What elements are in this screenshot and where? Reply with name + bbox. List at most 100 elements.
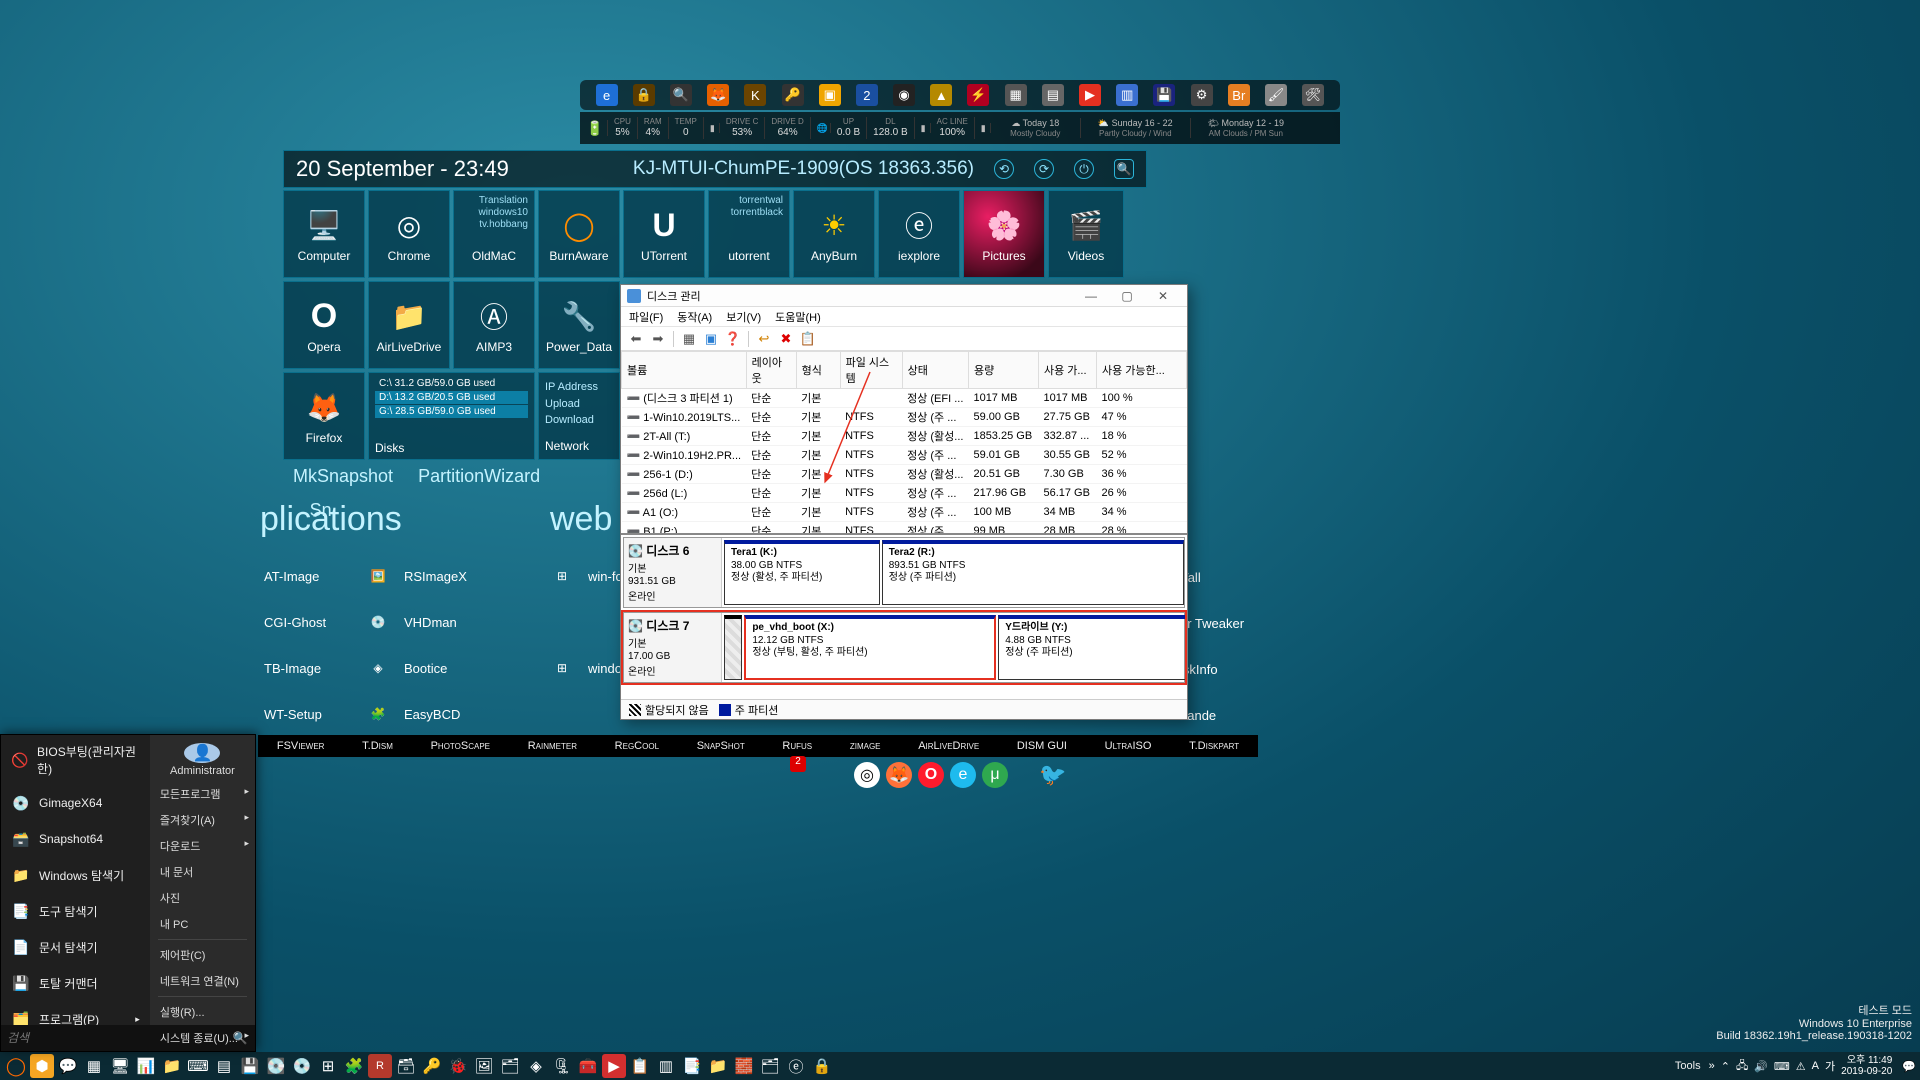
chrome-app-icon[interactable]: ◎	[854, 762, 880, 788]
forward-button[interactable]: ➡	[649, 330, 667, 348]
tile-pictures[interactable]: 🌸Pictures	[963, 190, 1045, 278]
tray-network-icon[interactable]: 🖧	[1736, 1057, 1748, 1076]
shortcut-zimage[interactable]: zimage	[850, 740, 881, 752]
tile-network[interactable]: IP Address Upload Download Network	[538, 372, 620, 460]
taskbar-app-15[interactable]: 🗃	[394, 1054, 418, 1078]
menu-view[interactable]: 보기(V)	[726, 309, 761, 325]
disk-graphic-pane[interactable]: 💽 디스크 6 기본 931.51 GB 온라인 Tera1 (K:)38.00…	[621, 535, 1187, 699]
tray-notifications-icon[interactable]: 💬	[1902, 1060, 1916, 1073]
firefox-icon[interactable]: 🦊	[707, 84, 729, 106]
taskbar-app-14[interactable]: R	[368, 1054, 392, 1078]
menu-action[interactable]: 동작(A)	[677, 309, 712, 325]
taskbar-app-29[interactable]: 🗂	[758, 1054, 782, 1078]
opera-app-icon[interactable]: O	[918, 762, 944, 788]
taskbar-app-23[interactable]: ▶	[602, 1054, 626, 1078]
start-right--[interactable]: 모든프로그램	[150, 781, 255, 807]
menu-help[interactable]: 도움말(H)	[775, 309, 821, 325]
firefox-app-icon[interactable]: 🦊	[886, 762, 912, 788]
tile-aimp3[interactable]: ⒶAIMP3	[453, 281, 535, 369]
start-item--[interactable]: 📄문서 탐색기	[1, 929, 150, 965]
shortcut-t-diskpart[interactable]: T.Diskpart	[1189, 740, 1239, 752]
tray-clock[interactable]: 오후 11:49 2019-09-20	[1841, 1055, 1896, 1077]
bootice-icon[interactable]: ◈	[360, 650, 396, 686]
app1-icon[interactable]: ▣	[819, 84, 841, 106]
tray-chevron-icon[interactable]: »	[1709, 1060, 1715, 1072]
search-button[interactable]: 🔍	[1114, 159, 1134, 179]
tray-ime-icon[interactable]: A	[1812, 1060, 1819, 1072]
taskbar-app-9[interactable]: 💾	[238, 1054, 262, 1078]
taskbar-app-7[interactable]: ⌨	[186, 1054, 210, 1078]
diskmgmt-titlebar[interactable]: 디스크 관리 — ▢ ✕	[621, 285, 1187, 307]
start-item-windows-[interactable]: 📁Windows 탐색기	[1, 857, 150, 893]
misc-app-icon[interactable]: 🐦	[1040, 762, 1066, 788]
help-toolbar-button[interactable]: 📋	[799, 330, 817, 348]
ie-icon[interactable]: e	[596, 84, 618, 106]
shortcut-t-dism[interactable]: T.Dism	[362, 740, 393, 752]
taskbar-app-24[interactable]: 📋	[628, 1054, 652, 1078]
shortcut-rainmeter[interactable]: Rainmeter	[528, 740, 577, 752]
bootice-link[interactable]: Bootice	[400, 661, 496, 676]
box-icon[interactable]: ▦	[1005, 84, 1027, 106]
volume-row[interactable]: ➖ A1 (O:)단순기본NTFS정상 (주 ...100 MB34 MB34 …	[622, 503, 1187, 522]
tile-power-data[interactable]: 🔧Power_Data	[538, 281, 620, 369]
partition-box[interactable]: Tera1 (K:)38.00 GB NTFS정상 (활성, 주 파티션)	[724, 540, 880, 605]
tray-volume-icon[interactable]: 🔊	[1754, 1060, 1768, 1073]
tile-opera[interactable]: OOpera	[283, 281, 365, 369]
tile-airlivedrive[interactable]: 📁AirLiveDrive	[368, 281, 450, 369]
taskbar-app-20[interactable]: ◈	[524, 1054, 548, 1078]
tile-iexplore[interactable]: ⓔiexplore	[878, 190, 960, 278]
volume-row[interactable]: ➖ B1 (P:)단순기본NTFS정상 (주 ...99 MB28 MB28 %	[622, 522, 1187, 536]
power-button[interactable]: ⏻	[1074, 159, 1094, 179]
tray-ime2-icon[interactable]: 가	[1825, 1058, 1835, 1074]
volume-row[interactable]: ➖ 2-Win10.19H2.PR...단순기본NTFS정상 (주 ...59.…	[622, 446, 1187, 465]
br-icon[interactable]: Br	[1228, 84, 1250, 106]
volume-row[interactable]: ➖ 256d (L:)단순기본NTFS정상 (주 ...217.96 GB56.…	[622, 484, 1187, 503]
taskbar-app-13[interactable]: 🧩	[342, 1054, 366, 1078]
key-icon[interactable]: 🔑	[782, 84, 804, 106]
undo-button[interactable]: ↩	[755, 330, 773, 348]
properties-button[interactable]: ❓	[724, 330, 742, 348]
start-right--a-[interactable]: 즐겨찾기(A)	[150, 807, 255, 833]
volume-row[interactable]: ➖ 256-1 (D:)단순기본NTFS정상 (활성...20.51 GB7.3…	[622, 465, 1187, 484]
volume-row[interactable]: ➖ 1-Win10.2019LTS...단순기본NTFS정상 (주 ...59.…	[622, 408, 1187, 427]
utorrent-app-icon[interactable]: μ	[982, 762, 1008, 788]
unallocated-strip[interactable]	[724, 615, 742, 680]
taskbar-app-27[interactable]: 📁	[706, 1054, 730, 1078]
tray-up-icon[interactable]: ⌃	[1721, 1060, 1730, 1073]
bolt-icon[interactable]: ⚡	[967, 84, 989, 106]
start-right--u-[interactable]: 시스템 종료(U)...	[150, 1025, 255, 1051]
taskbar-app-25[interactable]: ▥	[654, 1054, 678, 1078]
lock-icon[interactable]: 🔒	[633, 84, 655, 106]
taskbar-app-6[interactable]: 📁	[160, 1054, 184, 1078]
shortcut-photoscape[interactable]: PhotoScape	[431, 740, 490, 752]
start-right--c-[interactable]: 제어판(C)	[150, 942, 255, 968]
refresh-button[interactable]: ⟲	[994, 159, 1014, 179]
two-icon[interactable]: 2	[856, 84, 878, 106]
disc-icon[interactable]: ◉	[893, 84, 915, 106]
taskbar-app-28[interactable]: 🧱	[732, 1054, 756, 1078]
rsimagex-icon[interactable]: 🖼️	[360, 558, 396, 594]
taskbar-app-17[interactable]: 🐞	[446, 1054, 470, 1078]
tile-utorrent[interactable]: torrentwaltorrentblack utorrent	[708, 190, 790, 278]
app3-icon[interactable]: ▥	[1116, 84, 1138, 106]
start-item--[interactable]: 💾토탈 커맨더	[1, 965, 150, 1001]
views-button[interactable]: ▦	[680, 330, 698, 348]
vhdman-link[interactable]: VHDman	[400, 615, 496, 630]
volume-row[interactable]: ➖ 2T-All (T:)단순기본NTFS정상 (활성...1853.25 GB…	[622, 427, 1187, 446]
taskbar-app-2[interactable]: 💬	[56, 1054, 80, 1078]
start-button[interactable]: ◯	[4, 1054, 28, 1078]
easybcd-icon[interactable]: 🧩	[360, 696, 396, 732]
tray-warning-icon[interactable]: ⚠	[1796, 1060, 1806, 1073]
tile-anyburn[interactable]: ☀AnyBurn	[793, 190, 875, 278]
start-item--[interactable]: 📑도구 탐색기	[1, 893, 150, 929]
tb-image-link[interactable]: TB-Image	[260, 661, 356, 676]
partition-box[interactable]: Tera2 (R:)893.51 GB NTFS정상 (주 파티션)	[882, 540, 1184, 605]
tile-oldmac[interactable]: Translationwindows10tv.hobbang OldMaC	[453, 190, 535, 278]
refresh-toolbar-button[interactable]: ▣	[702, 330, 720, 348]
taskbar-app-22[interactable]: 🧰	[576, 1054, 600, 1078]
save-icon[interactable]: 💾	[1153, 84, 1175, 106]
taskbar-app-31[interactable]: 🔒	[810, 1054, 834, 1078]
shortcut-airlivedrive[interactable]: AirLiveDrive	[918, 740, 979, 752]
taskbar-app-8[interactable]: ▤	[212, 1054, 236, 1078]
taskbar-app-16[interactable]: 🔑	[420, 1054, 444, 1078]
